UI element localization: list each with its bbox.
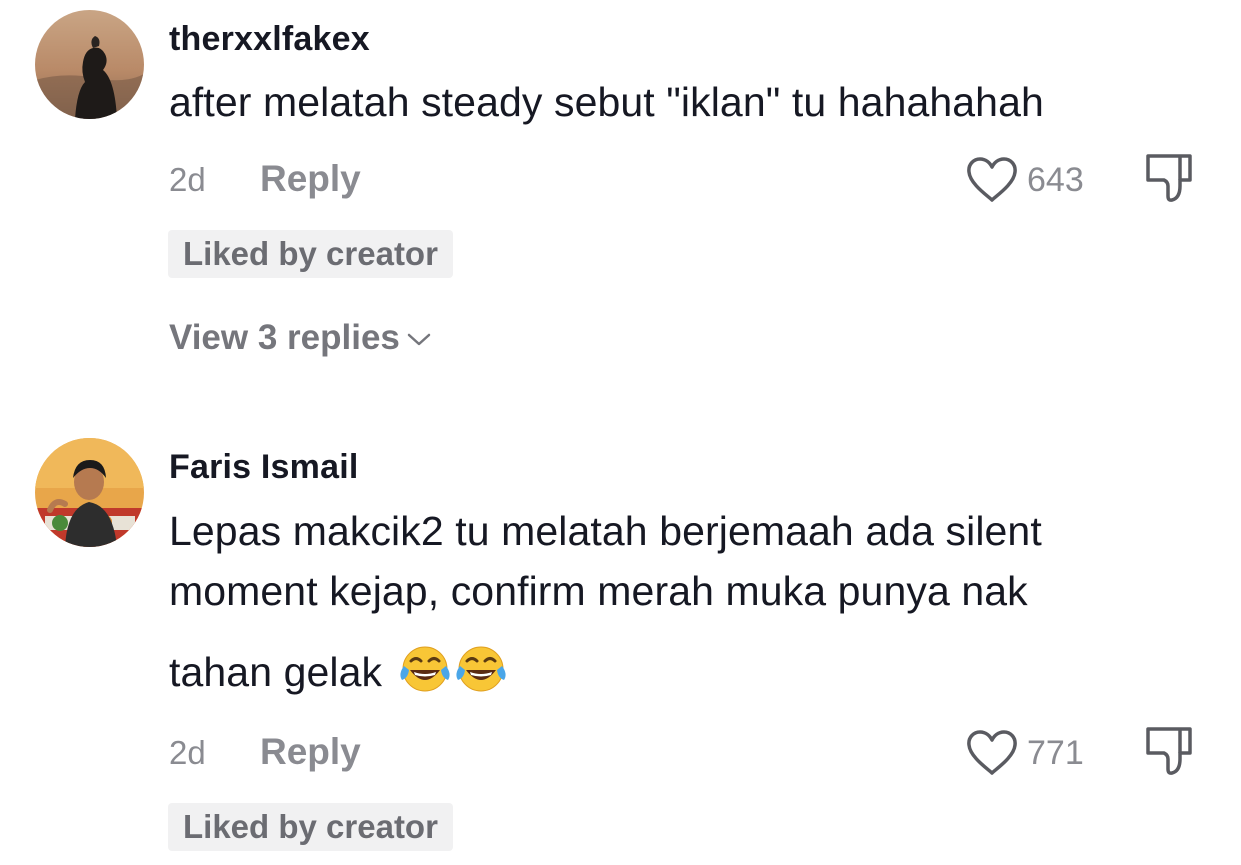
face-with-tears-of-joy-emoji (398, 644, 452, 704)
heart-outline-icon (967, 157, 1017, 202)
like-count: 643 (1027, 160, 1084, 199)
like-count: 771 (1027, 733, 1084, 772)
comment-username[interactable]: therxxlfakex (169, 20, 370, 59)
comments-panel: therxxlfakex after melatah steady sebut … (0, 0, 1241, 865)
avatar-faris-ismail[interactable] (35, 438, 144, 547)
comment-time: 2d (169, 734, 206, 771)
comment-time: 2d (169, 161, 206, 198)
liked-by-creator-badge: Liked by creator (168, 230, 453, 278)
heart-outline-icon (967, 730, 1017, 775)
face-with-tears-of-joy-emoji (454, 644, 508, 704)
like-button[interactable]: 643 (965, 155, 1084, 205)
liked-by-creator-badge: Liked by creator (168, 803, 453, 851)
chevron-down-icon (407, 333, 431, 346)
comment-text: after melatah steady sebut "iklan" tu ha… (169, 79, 1044, 125)
like-button[interactable]: 771 (965, 728, 1084, 778)
thumbs-down-icon (1146, 727, 1192, 775)
view-replies-label: View 3 replies (169, 318, 400, 357)
dislike-button[interactable] (1142, 725, 1196, 782)
comment-text-line-3-text: tahan gelak (169, 649, 383, 695)
comment-text-line-2: moment kejap, confirm merah muka punya n… (169, 568, 1028, 614)
comment-username[interactable]: Faris Ismail (169, 448, 359, 487)
comment-text-line-3: tahan gelak (169, 644, 508, 704)
reply-button[interactable]: Reply (260, 158, 361, 200)
avatar-therxxlfakex[interactable] (35, 10, 144, 119)
view-replies-button[interactable]: View 3 replies (169, 318, 432, 358)
thumbs-down-icon (1146, 154, 1192, 202)
dislike-button[interactable] (1142, 152, 1196, 209)
reply-button[interactable]: Reply (260, 731, 361, 773)
comment-text-line-1: Lepas makcik2 tu melatah berjemaah ada s… (169, 508, 1042, 554)
